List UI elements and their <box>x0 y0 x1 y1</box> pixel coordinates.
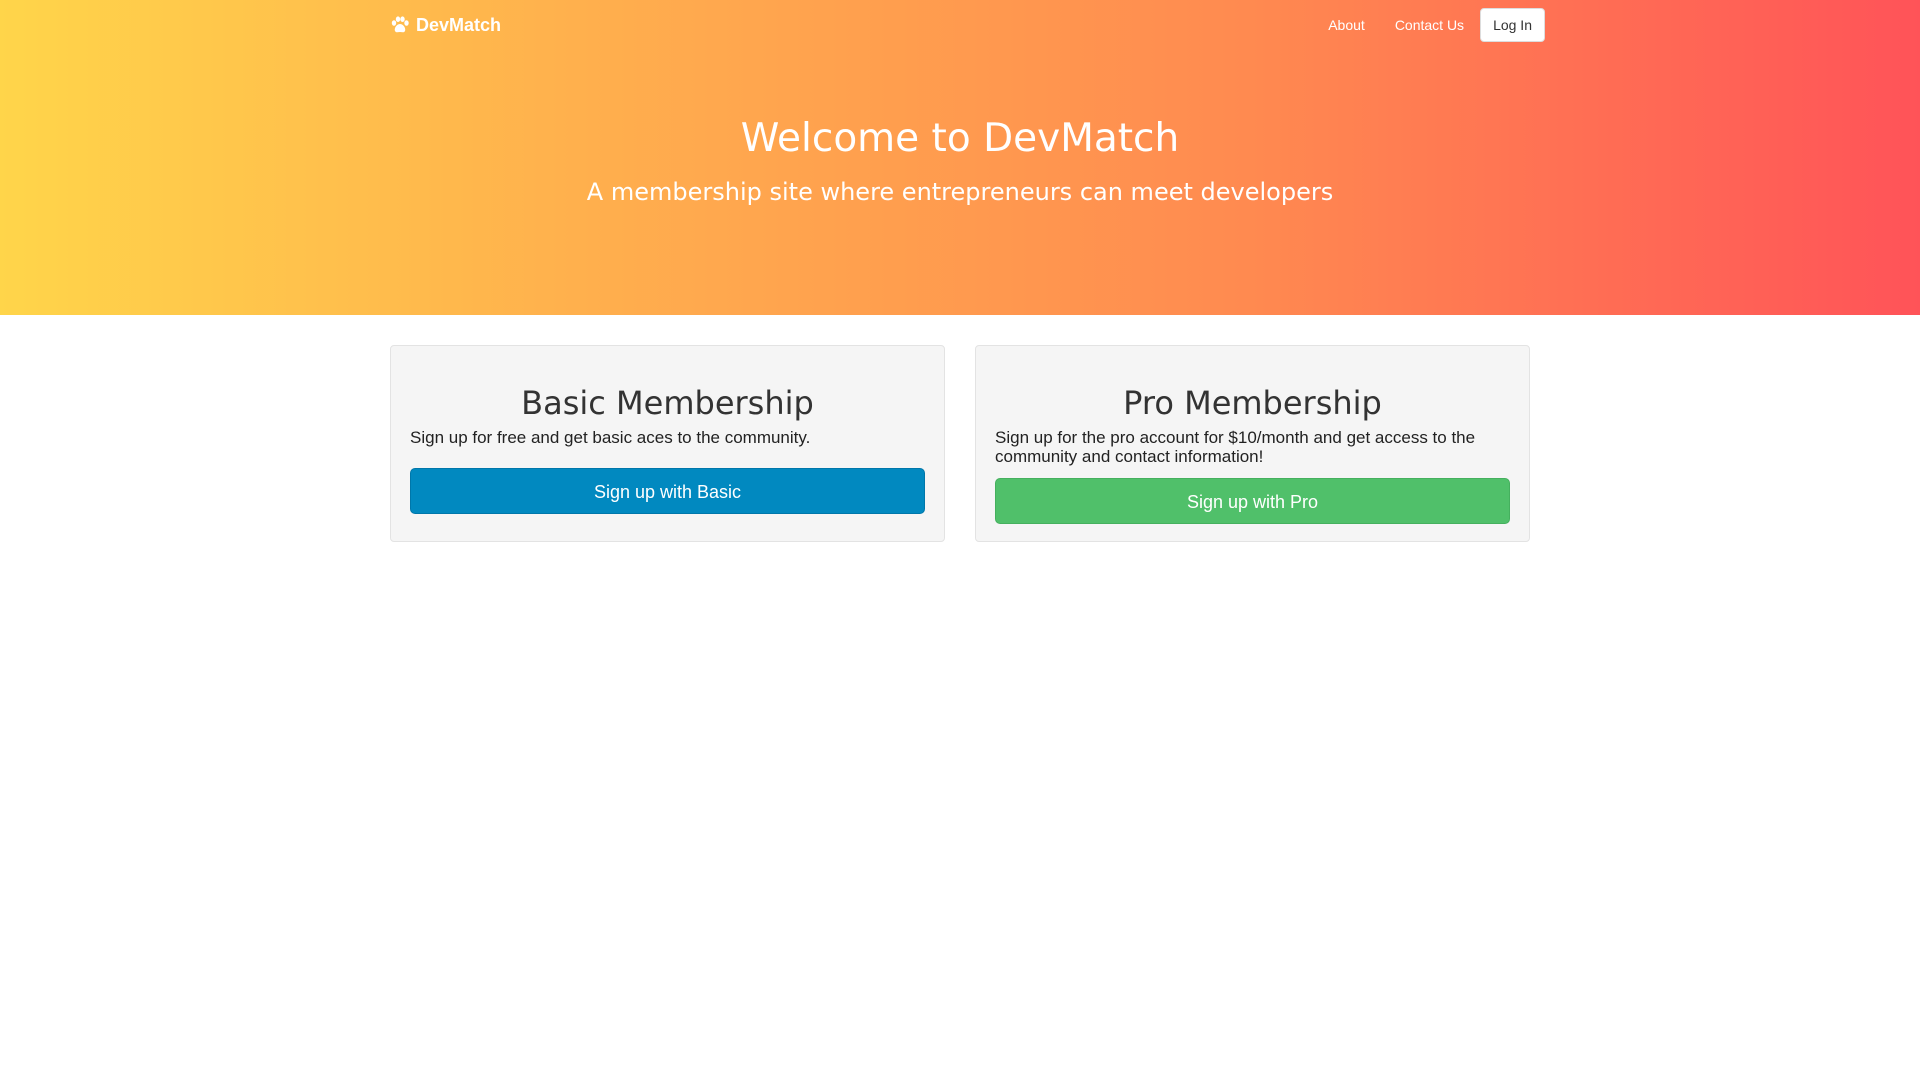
pro-membership-card: Pro Membership Sign up for the pro accou… <box>975 345 1530 542</box>
nav-link-about[interactable]: About <box>1313 8 1380 42</box>
hero-subtitle: A membership site where entrepreneurs ca… <box>586 178 1334 206</box>
signup-basic-button[interactable]: Sign up with Basic <box>410 468 925 514</box>
hero-title: Welcome to DevMatch <box>740 116 1180 161</box>
basic-membership-title: Basic Membership <box>521 384 814 422</box>
paw-icon <box>391 16 409 33</box>
brand-name: DevMatch <box>416 14 502 35</box>
hero-banner: DevMatch About Contact Us Log In Welcome… <box>0 0 1920 315</box>
pro-membership-title: Pro Membership <box>1123 384 1382 422</box>
nav-links: About Contact Us Log In <box>1313 8 1545 42</box>
pro-membership-description: Sign up for the pro account for $10/mont… <box>995 428 1476 466</box>
navbar: DevMatch About Contact Us Log In <box>0 0 1920 50</box>
brand-logo-link[interactable]: DevMatch <box>390 14 501 36</box>
login-button[interactable]: Log In <box>1480 8 1545 42</box>
basic-membership-description: Sign up for free and get basic aces to t… <box>410 428 811 447</box>
signup-pro-button[interactable]: Sign up with Pro <box>995 478 1510 524</box>
basic-membership-card: Basic Membership Sign up for free and ge… <box>390 345 945 542</box>
nav-link-contact-us[interactable]: Contact Us <box>1380 8 1479 42</box>
